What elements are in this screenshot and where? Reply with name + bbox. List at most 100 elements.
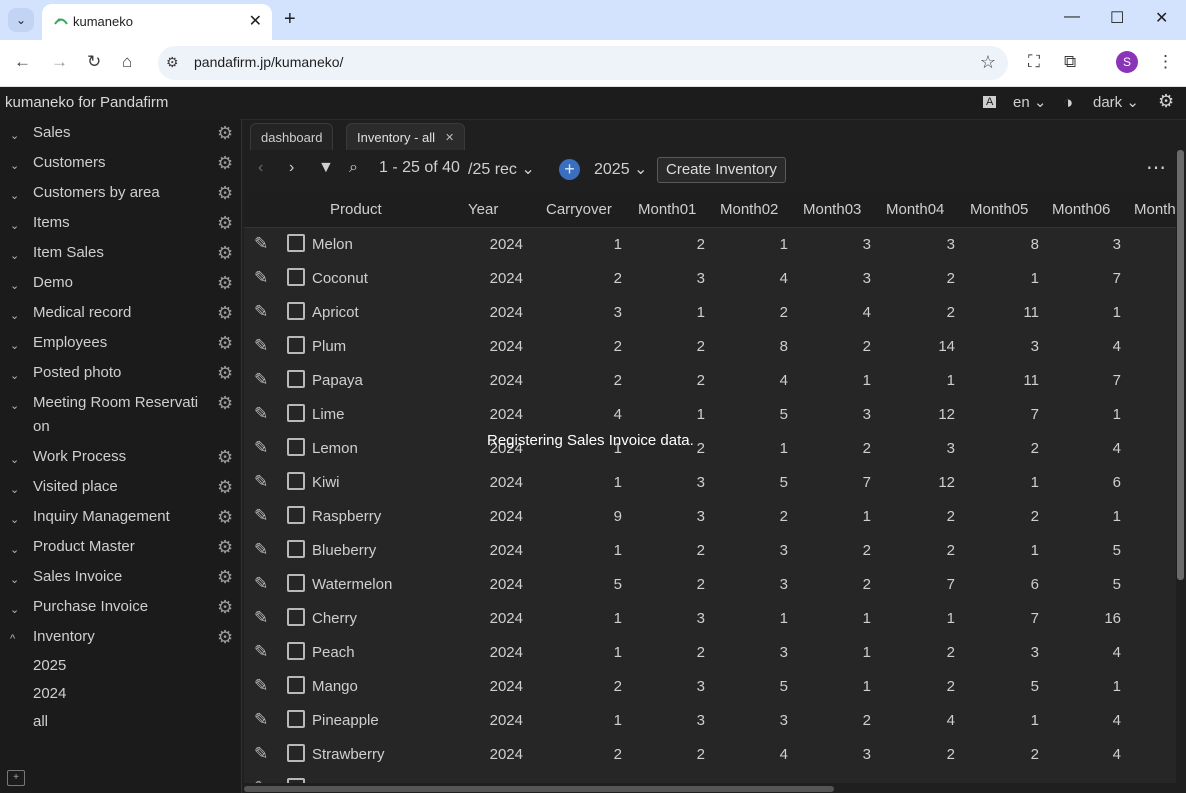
chevron-up-icon[interactable]: ^ <box>10 633 15 645</box>
column-header-month07[interactable]: Month <box>1134 201 1176 218</box>
table-row[interactable]: ✎ Melon 2024 1 2 1 3 3 8 3 <box>244 228 1176 263</box>
filter-icon[interactable]: ▼ <box>318 159 334 177</box>
column-header-month06[interactable]: Month06 <box>1052 201 1110 218</box>
open-record-icon[interactable] <box>287 234 305 252</box>
omnibox[interactable]: ⚙ pandafirm.jp/kumaneko/ ☆ <box>158 46 1008 80</box>
bookmark-star-icon[interactable]: ☆ <box>980 52 996 73</box>
edit-pencil-icon[interactable]: ✎ <box>254 608 268 628</box>
edit-pencil-icon[interactable]: ✎ <box>254 540 268 560</box>
table-row[interactable]: ✎ Plum 2024 2 2 8 2 14 3 4 <box>244 330 1176 365</box>
edit-pencil-icon[interactable]: ✎ <box>254 234 268 254</box>
chevron-down-icon[interactable]: ⌄ <box>10 603 19 616</box>
open-record-icon[interactable] <box>287 574 305 592</box>
edit-pencil-icon[interactable]: ✎ <box>254 268 268 288</box>
edit-pencil-icon[interactable]: ✎ <box>254 438 268 458</box>
screen-capture-icon[interactable]: ⛶ <box>1028 52 1040 72</box>
chevron-down-icon[interactable]: ⌄ <box>10 309 19 322</box>
chevron-down-icon[interactable]: ⌄ <box>10 189 19 202</box>
open-record-icon[interactable] <box>287 744 305 762</box>
open-record-icon[interactable] <box>287 404 305 422</box>
edit-pencil-icon[interactable]: ✎ <box>254 744 268 764</box>
edit-pencil-icon[interactable]: ✎ <box>254 370 268 390</box>
open-record-icon[interactable] <box>287 676 305 694</box>
reload-icon[interactable]: ↻ <box>87 52 101 72</box>
sidebar-subitem[interactable]: 2024 <box>33 685 66 702</box>
next-page-icon[interactable]: › <box>289 159 294 177</box>
gear-icon[interactable]: ⚙ <box>217 303 233 324</box>
maximize-icon[interactable]: ☐ <box>1110 8 1124 28</box>
table-row[interactable]: ✎ Raspberry 2024 9 3 2 1 2 2 1 <box>244 500 1176 535</box>
per-page-select[interactable]: /25 rec ⌄ <box>468 159 535 179</box>
gear-icon[interactable]: ⚙ <box>217 477 233 498</box>
language-select[interactable]: en ⌄ <box>1013 93 1046 111</box>
chevron-down-icon[interactable]: ⌄ <box>10 453 19 466</box>
table-row[interactable]: ✎ Apricot 2024 3 1 2 4 2 11 1 <box>244 296 1176 331</box>
create-inventory-button[interactable]: Create Inventory <box>657 157 786 183</box>
chevron-down-icon[interactable]: ⌄ <box>10 219 19 232</box>
close-tab-icon[interactable]: ✕ <box>445 131 454 144</box>
vertical-scrollbar[interactable] <box>1177 150 1184 580</box>
chevron-down-icon[interactable]: ⌄ <box>10 513 19 526</box>
edit-pencil-icon[interactable]: ✎ <box>254 642 268 662</box>
gear-icon[interactable]: ⚙ <box>217 183 233 204</box>
edit-pencil-icon[interactable]: ✎ <box>254 302 268 322</box>
table-row[interactable]: ✎ Cherry 2024 1 3 1 1 1 7 16 <box>244 602 1176 637</box>
settings-gear-icon[interactable]: ⚙ <box>1158 91 1174 112</box>
column-header-month03[interactable]: Month03 <box>803 201 861 218</box>
search-icon[interactable]: ⌕ <box>349 159 358 177</box>
browser-tab[interactable]: kumaneko ✕ <box>42 4 272 40</box>
back-icon[interactable]: ← <box>14 52 31 72</box>
close-window-icon[interactable]: ✕ <box>1155 8 1168 28</box>
sidebar-subitem[interactable]: 2025 <box>33 657 66 674</box>
table-row[interactable]: ✎ Lemon 2024 1 2 1 2 3 2 4 <box>244 432 1176 467</box>
gear-icon[interactable]: ⚙ <box>217 333 233 354</box>
open-record-icon[interactable] <box>287 472 305 490</box>
gear-icon[interactable]: ⚙ <box>217 393 233 414</box>
gear-icon[interactable]: ⚙ <box>217 153 233 174</box>
site-info-icon[interactable]: ⚙ <box>166 54 179 71</box>
chevron-down-icon[interactable]: ⌄ <box>10 399 19 412</box>
column-header-month01[interactable]: Month01 <box>638 201 696 218</box>
open-record-icon[interactable] <box>287 540 305 558</box>
column-header-product[interactable]: Product <box>330 201 382 218</box>
tab-dashboard[interactable]: dashboard <box>250 123 334 150</box>
theme-contrast-icon[interactable]: ◑ <box>1063 93 1073 113</box>
open-record-icon[interactable] <box>287 336 305 354</box>
table-row[interactable]: ✎ Pineapple 2024 1 3 3 2 4 1 4 <box>244 704 1176 739</box>
chevron-down-icon[interactable]: ⌄ <box>10 339 19 352</box>
edit-pencil-icon[interactable]: ✎ <box>254 404 268 424</box>
horizontal-scrollbar[interactable] <box>244 786 834 792</box>
gear-icon[interactable]: ⚙ <box>217 243 233 264</box>
table-row[interactable]: ✎ Watermelon 2024 5 2 3 2 7 6 5 <box>244 568 1176 603</box>
year-select[interactable]: 2025 ⌄ <box>594 159 647 179</box>
edit-pencil-icon[interactable]: ✎ <box>254 676 268 696</box>
more-options-icon[interactable]: ⋯ <box>1146 155 1166 180</box>
edit-pencil-icon[interactable]: ✎ <box>254 574 268 594</box>
table-row[interactable]: ✎ Peach 2024 1 2 3 1 2 3 4 <box>244 636 1176 671</box>
chevron-down-icon[interactable]: ⌄ <box>10 279 19 292</box>
new-tab-icon[interactable]: + <box>284 8 296 31</box>
sidebar-subitem[interactable]: all <box>33 713 48 730</box>
table-row[interactable]: ✎ Papaya 2024 2 2 4 1 1 11 7 <box>244 364 1176 399</box>
prev-page-icon[interactable]: ‹ <box>258 159 263 177</box>
edit-pencil-icon[interactable]: ✎ <box>254 710 268 730</box>
edit-pencil-icon[interactable]: ✎ <box>254 778 268 783</box>
open-record-icon[interactable] <box>287 506 305 524</box>
open-record-icon[interactable] <box>287 268 305 286</box>
table-row[interactable]: ✎ Mango 2024 2 3 5 1 2 5 1 <box>244 670 1176 705</box>
chevron-down-icon[interactable]: ⌄ <box>10 159 19 172</box>
gear-icon[interactable]: ⚙ <box>217 363 233 384</box>
open-record-icon[interactable] <box>287 438 305 456</box>
more-menu-icon[interactable]: ⋮ <box>1157 52 1174 72</box>
gear-icon[interactable]: ⚙ <box>217 507 233 528</box>
tab-inventory-all[interactable]: Inventory - all ✕ <box>346 123 466 150</box>
theme-select[interactable]: dark ⌄ <box>1093 93 1139 111</box>
gear-icon[interactable]: ⚙ <box>217 213 233 234</box>
edit-pencil-icon[interactable]: ✎ <box>254 472 268 492</box>
extensions-icon[interactable]: ⧉ <box>1064 52 1076 72</box>
open-record-icon[interactable] <box>287 370 305 388</box>
open-record-icon[interactable] <box>287 710 305 728</box>
column-header-month04[interactable]: Month04 <box>886 201 944 218</box>
column-header-month05[interactable]: Month05 <box>970 201 1028 218</box>
edit-pencil-icon[interactable]: ✎ <box>254 506 268 526</box>
